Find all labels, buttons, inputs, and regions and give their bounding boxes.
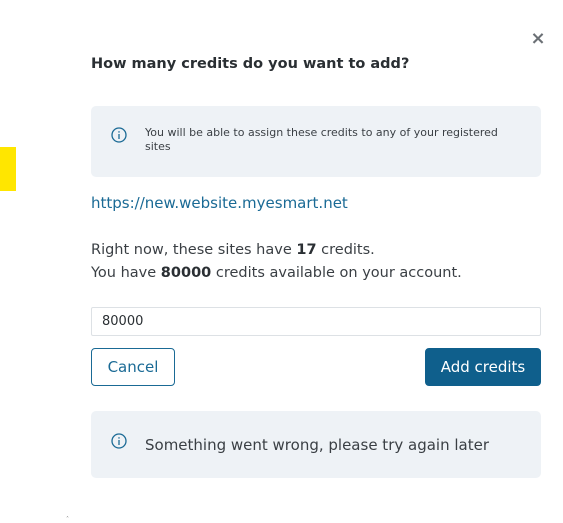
add-credits-button[interactable]: Add credits bbox=[425, 348, 541, 386]
site-credits-value: 17 bbox=[296, 242, 317, 258]
error-notice: Something went wrong, please try again l… bbox=[91, 411, 541, 478]
info-notice-text: You will be able to assign these credits… bbox=[145, 126, 498, 153]
cancel-button[interactable]: Cancel bbox=[91, 348, 175, 386]
cursor-mark: ˄ bbox=[66, 516, 69, 523]
dialog-title: How many credits do you want to add? bbox=[91, 56, 410, 72]
credits-summary: Right now, these sites have 17 credits. … bbox=[91, 239, 462, 285]
credits-amount-input[interactable] bbox=[91, 307, 541, 336]
error-notice-text: Something went wrong, please try again l… bbox=[145, 436, 489, 454]
account-credits-value: 80000 bbox=[160, 265, 212, 281]
info-notice: You will be able to assign these credits… bbox=[91, 106, 541, 177]
site-credits-line: Right now, these sites have 17 credits. bbox=[91, 239, 462, 262]
yellow-highlight-marker bbox=[0, 147, 16, 191]
account-credits-prefix: You have bbox=[91, 265, 161, 281]
site-credits-prefix: Right now, these sites have bbox=[91, 242, 297, 258]
site-credits-suffix: credits. bbox=[316, 242, 375, 258]
close-icon[interactable]: × bbox=[530, 30, 546, 48]
account-credits-line: You have 80000 credits available on your… bbox=[91, 262, 462, 285]
info-icon bbox=[111, 127, 127, 143]
info-icon bbox=[111, 433, 127, 449]
site-url-link[interactable]: https://new.website.myesmart.net bbox=[91, 194, 348, 212]
account-credits-suffix: credits available on your account. bbox=[211, 265, 462, 281]
